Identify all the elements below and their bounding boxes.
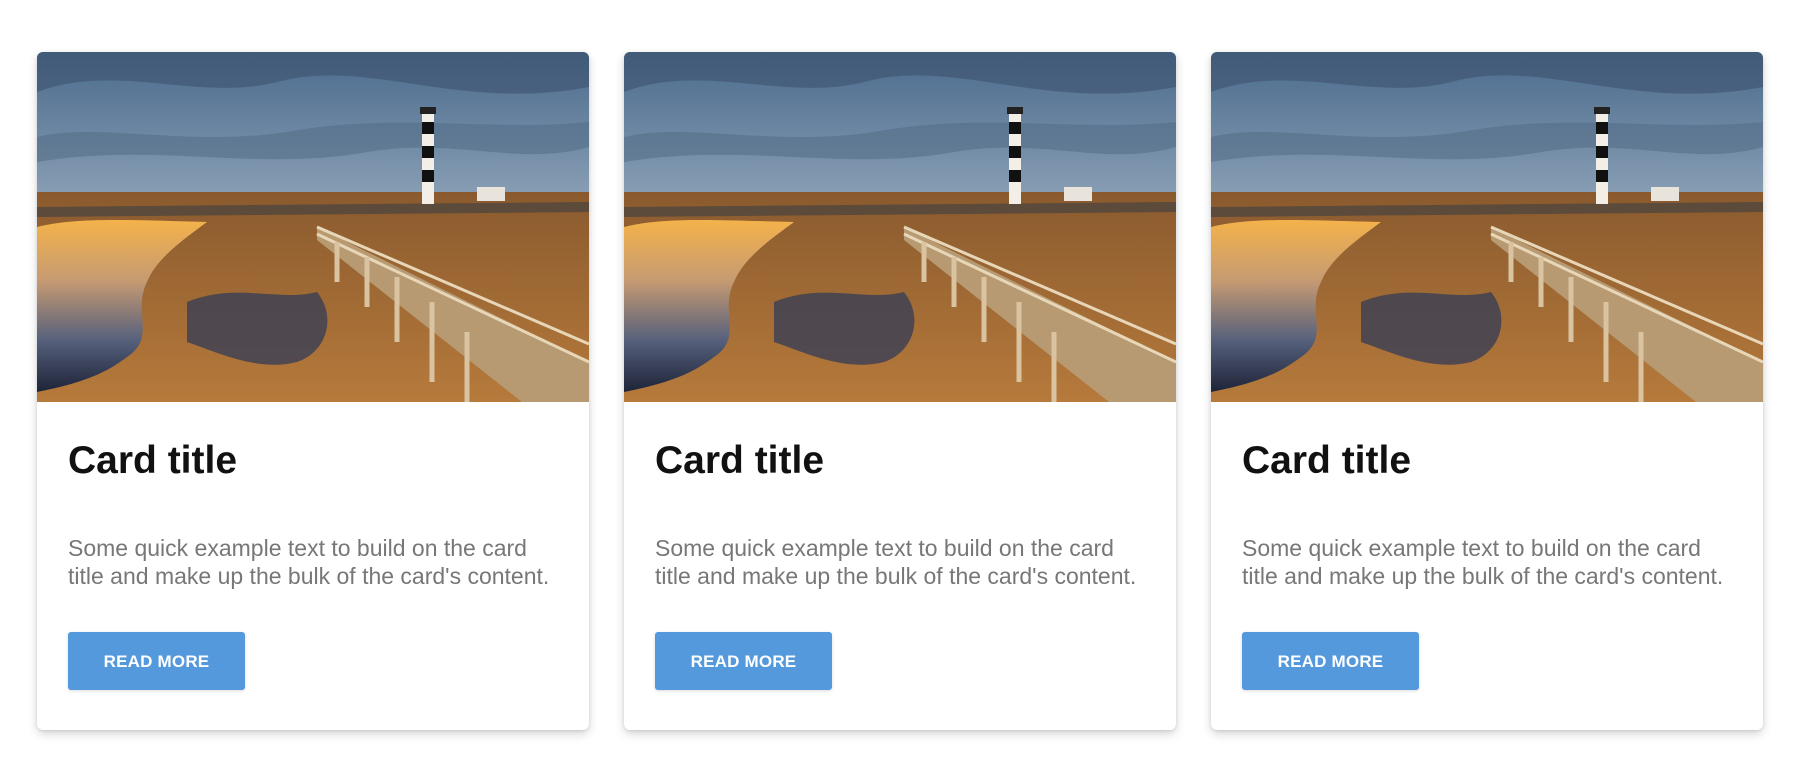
card-image xyxy=(624,52,1176,402)
card-body: Card title Some quick example text to bu… xyxy=(1211,402,1763,690)
card-list: Card title Some quick example text to bu… xyxy=(37,52,1763,730)
card-body: Card title Some quick example text to bu… xyxy=(37,402,589,690)
card-text: Some quick example text to build on the … xyxy=(1242,535,1724,589)
card-title: Card title xyxy=(68,439,238,482)
read-more-button[interactable]: READ MORE xyxy=(655,632,832,690)
card-body: Card title Some quick example text to bu… xyxy=(624,402,1176,690)
card: Card title Some quick example text to bu… xyxy=(37,52,589,730)
card-title: Card title xyxy=(1242,439,1412,482)
read-more-button[interactable]: READ MORE xyxy=(68,632,245,690)
card-text: Some quick example text to build on the … xyxy=(655,535,1137,589)
card: Card title Some quick example text to bu… xyxy=(1211,52,1763,730)
card-image xyxy=(1211,52,1763,402)
card-text: Some quick example text to build on the … xyxy=(68,535,550,589)
read-more-button[interactable]: READ MORE xyxy=(1242,632,1419,690)
card-image xyxy=(37,52,589,402)
card: Card title Some quick example text to bu… xyxy=(624,52,1176,730)
card-title: Card title xyxy=(655,439,825,482)
